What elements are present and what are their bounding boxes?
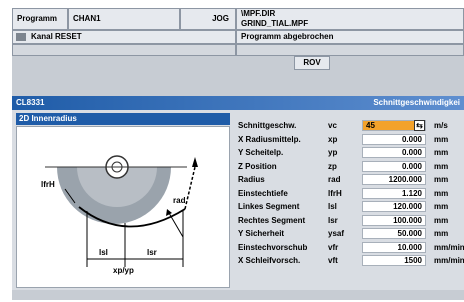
- approach-line: [184, 166, 196, 210]
- param-symbol: ysaf: [328, 229, 345, 238]
- param-label: Y Scheitelp.: [238, 148, 284, 157]
- param-row[interactable]: Y Scheitelp. yp 0.000 mm: [238, 147, 464, 161]
- param-label: Rechtes Segment: [238, 215, 306, 225]
- param-row[interactable]: Einstechtiefe lfrH 1.120 mm: [238, 187, 464, 202]
- param-symbol: lsr: [328, 215, 338, 225]
- param-unit: mm: [434, 229, 449, 238]
- param-unit: mm/min: [434, 242, 464, 252]
- param-symbol: vc: [328, 121, 337, 130]
- param-label: Radius: [238, 175, 265, 184]
- param-row[interactable]: Y Sicherheit ysaf 50.000 mm: [238, 228, 464, 242]
- param-label: Schnittgeschw.: [238, 121, 297, 130]
- param-symbol: lfrH: [328, 188, 342, 198]
- param-unit: mm: [434, 215, 449, 225]
- param-row[interactable]: Linkes Segment lsl 120.000 mm: [238, 201, 464, 215]
- lfrh-label: lfrH: [41, 180, 55, 189]
- param-unit: mm/min: [434, 256, 464, 265]
- lsr-label: lsr: [147, 248, 157, 257]
- param-value-field[interactable]: 1500: [362, 255, 426, 266]
- param-symbol: yp: [328, 148, 338, 157]
- rad-arrow: [166, 209, 172, 216]
- rov-indicator: ROV: [294, 56, 330, 70]
- param-symbol: rad: [328, 175, 341, 184]
- rad-label: rad: [173, 196, 186, 205]
- rad-leader: [168, 212, 184, 238]
- param-value-field[interactable]: 0.000: [362, 147, 426, 158]
- param-value-field[interactable]: 1200.000: [362, 174, 426, 185]
- channel-status-icon: [16, 33, 26, 41]
- programm-label: Programm: [12, 8, 68, 30]
- channel-status-bar: Kanal RESET: [12, 30, 236, 44]
- param-unit: m/s: [434, 121, 448, 130]
- cycle-title-bar: CL8331 Schnittgeschwindigkei: [12, 96, 464, 110]
- param-row[interactable]: Z Position zp 0.000 mm: [238, 160, 464, 175]
- status-blank-right: [236, 44, 464, 56]
- param-label: X Radiusmittelp.: [238, 134, 301, 144]
- param-label: Linkes Segment: [238, 202, 300, 211]
- param-value-field[interactable]: 120.000: [362, 201, 426, 212]
- param-unit: mm: [434, 148, 449, 157]
- cycle-subtitle: 2D Innenradius: [16, 113, 230, 125]
- param-unit: mm: [434, 188, 449, 198]
- param-value-field[interactable]: 10.000: [362, 241, 426, 253]
- param-value-field[interactable]: 50.000: [362, 228, 426, 239]
- param-label: Y Sicherheit: [238, 229, 285, 238]
- channel-status-text: Kanal RESET: [31, 32, 82, 41]
- xpyp-label: xp/yp: [113, 266, 134, 275]
- channel-name: CHAN1: [68, 8, 180, 30]
- param-row[interactable]: X Schleifvorsch. vft 1500 mm/min: [238, 255, 464, 269]
- param-symbol: xp: [328, 134, 338, 144]
- param-unit: mm: [434, 134, 449, 144]
- program-path: \MPF.DIR GRIND_TIAL.MPF: [236, 8, 464, 30]
- cycle-id: CL8331: [16, 98, 45, 107]
- param-label: X Schleifvorsch.: [238, 256, 301, 265]
- param-label: Z Position: [238, 161, 277, 171]
- param-value-field[interactable]: 0.000: [362, 133, 426, 145]
- param-value-field[interactable]: 0.000: [362, 160, 426, 172]
- param-symbol: zp: [328, 161, 337, 171]
- param-symbol: vfr: [328, 242, 339, 252]
- program-path-line2: GRIND_TIAL.MPF: [241, 19, 309, 28]
- cycle-field-title: Schnittgeschwindigkei: [373, 98, 460, 107]
- program-status: Programm abgebrochen: [236, 30, 464, 44]
- parameter-list: Schnittgeschw. vc 45 ⇆ m/s X Radiusmittelp. xp…: [238, 120, 464, 269]
- param-value-field[interactable]: 1.120: [362, 187, 426, 199]
- param-label: Einstechtiefe: [238, 188, 288, 198]
- param-row[interactable]: Einstechvorschub vfr 10.000 mm/min: [238, 241, 464, 256]
- cycle-panel: 2D Innenradius rad lfrH lsl lsr xp/yp Sc…: [12, 110, 464, 290]
- param-label: Einstechvorschub: [238, 242, 308, 252]
- lsl-label: lsl: [99, 248, 108, 257]
- param-symbol: vft: [328, 256, 338, 265]
- param-unit: mm: [434, 161, 449, 171]
- param-row[interactable]: Radius rad 1200.000 mm: [238, 174, 464, 188]
- param-value-field[interactable]: 100.000: [362, 214, 426, 226]
- param-row[interactable]: Rechtes Segment lsr 100.000 mm: [238, 214, 464, 229]
- cnc-screen: Programm CHAN1 JOG \MPF.DIR GRIND_TIAL.M…: [12, 8, 464, 300]
- toggle-unit-icon[interactable]: ⇆: [414, 120, 425, 131]
- grinding-diagram: rad lfrH lsl lsr xp/yp: [41, 155, 198, 275]
- param-unit: mm: [434, 202, 449, 211]
- program-path-line1: \MPF.DIR: [241, 9, 276, 18]
- status-blank-left: [12, 44, 236, 56]
- param-unit: mm: [434, 175, 449, 184]
- bottom-bar: [12, 290, 464, 300]
- cycle-help-graphic: rad lfrH lsl lsr xp/yp: [16, 126, 230, 288]
- operating-mode: JOG: [180, 8, 236, 30]
- param-symbol: lsl: [328, 202, 337, 211]
- param-row[interactable]: Schnittgeschw. vc 45 ⇆ m/s: [238, 120, 464, 134]
- approach-arrow: [192, 157, 198, 167]
- param-row[interactable]: X Radiusmittelp. xp 0.000 mm: [238, 133, 464, 148]
